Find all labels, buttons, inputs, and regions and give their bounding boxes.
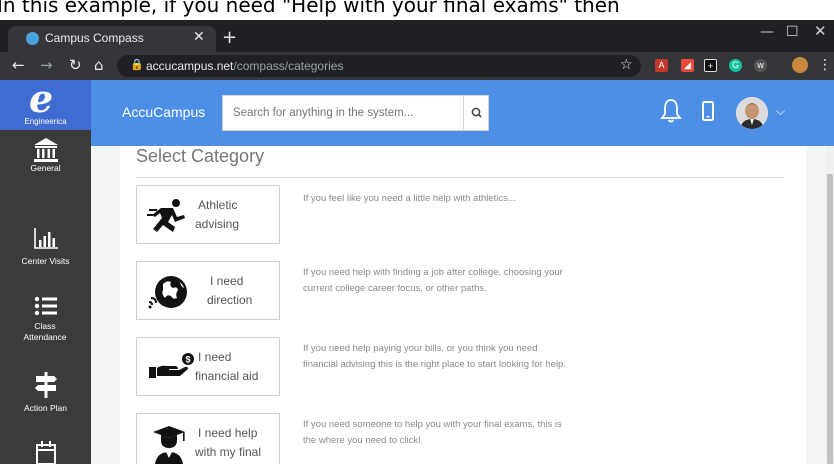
- tab-close-icon[interactable]: ✕: [193, 29, 205, 45]
- w-extension-icon[interactable]: w: [754, 59, 767, 72]
- category-label: I need direction: [207, 274, 253, 307]
- plus-extension-icon[interactable]: +: [704, 59, 717, 72]
- user-photo-icon: [736, 97, 768, 129]
- window-close-icon[interactable]: ✕: [814, 22, 827, 40]
- bank-icon: [33, 138, 58, 162]
- bell-icon[interactable]: [660, 98, 682, 124]
- browser-menu-icon[interactable]: ⋮: [818, 57, 832, 73]
- caption-band: In this example, if you need "Help with …: [0, 0, 834, 20]
- category-card-final-exams[interactable]: I need help with my final: [136, 413, 280, 464]
- caption-text: In this example, if you need "Help with …: [0, 0, 620, 17]
- forward-icon[interactable]: →: [40, 56, 53, 74]
- search-input[interactable]: [223, 96, 463, 130]
- category-card-financial-aid[interactable]: $ I need financial aid: [136, 337, 280, 396]
- signpost-icon: [34, 372, 57, 398]
- search-box: [222, 95, 489, 131]
- extension-icon[interactable]: ◢: [681, 59, 694, 72]
- category-description: If you feel like you need a little help …: [303, 193, 516, 204]
- brand-label: Engineerica: [24, 117, 67, 126]
- window-maximize-icon[interactable]: ☐: [786, 24, 799, 40]
- sidebar-item-general[interactable]: General: [0, 137, 91, 174]
- url-text[interactable]: accucampus.net/compass/categories: [146, 59, 343, 73]
- scrollbar-thumb[interactable]: [827, 174, 833, 464]
- bar-chart-icon: [33, 228, 58, 249]
- graduate-icon: [153, 426, 185, 464]
- brand-e-icon: e: [29, 76, 54, 121]
- sidebar-item-label: Class Attendance: [23, 321, 67, 342]
- new-tab-icon[interactable]: +: [222, 27, 237, 48]
- sidebar-item-center-visits[interactable]: Center Visits: [0, 226, 91, 267]
- title-divider: [136, 177, 784, 178]
- category-label: I need help with my final: [195, 426, 262, 459]
- category-label: Athletic advising: [195, 198, 240, 231]
- search-icon: [471, 107, 482, 118]
- calendar-icon: [35, 441, 56, 464]
- category-description: If you need someone to help you with you…: [303, 419, 562, 446]
- category-label: I need financial aid: [195, 350, 259, 383]
- reload-icon[interactable]: ↻: [69, 56, 82, 74]
- lock-icon[interactable]: 🔒: [130, 58, 144, 71]
- grammarly-icon[interactable]: G: [729, 59, 742, 72]
- sidebar-item-label: Action Plan: [24, 403, 67, 413]
- sidebar-item-label: General: [30, 163, 61, 173]
- sidebar-item-calendar[interactable]: [0, 440, 91, 464]
- category-description: If you need help paying your bills, or y…: [303, 343, 566, 370]
- app-name[interactable]: AccuCampus: [122, 104, 205, 120]
- sidebar-item-class-attendance[interactable]: Class Attendance: [0, 294, 91, 343]
- category-card-direction[interactable]: I need direction: [136, 261, 280, 320]
- category-card-athletic-advising[interactable]: Athletic advising: [136, 185, 280, 244]
- pdf-extension-icon[interactable]: A: [655, 59, 668, 72]
- category-description: If you need help with finding a job afte…: [303, 267, 563, 294]
- tab-favicon-icon: [26, 32, 39, 45]
- chevron-down-icon[interactable]: ⌵: [776, 104, 785, 119]
- sidebar-item-action-plan[interactable]: Action Plan: [0, 372, 91, 414]
- running-person-icon: [147, 199, 185, 232]
- hand-money-icon: $: [149, 353, 194, 378]
- home-icon[interactable]: ⌂: [94, 56, 104, 74]
- back-icon[interactable]: ←: [12, 56, 25, 74]
- browser-profile-icon[interactable]: [792, 57, 808, 73]
- list-icon: [34, 296, 57, 316]
- mobile-icon[interactable]: [701, 101, 715, 123]
- globe-icon: [148, 276, 187, 309]
- sidebar-item-label: Center Visits: [21, 256, 70, 266]
- search-button[interactable]: [463, 96, 489, 130]
- tab-title[interactable]: Campus Compass: [45, 31, 144, 45]
- bookmark-star-icon[interactable]: ☆: [620, 57, 633, 73]
- page-title: Select Category: [136, 146, 265, 166]
- svg-text:$: $: [185, 355, 190, 365]
- user-avatar[interactable]: [736, 97, 768, 129]
- window-minimize-icon[interactable]: —: [760, 24, 774, 40]
